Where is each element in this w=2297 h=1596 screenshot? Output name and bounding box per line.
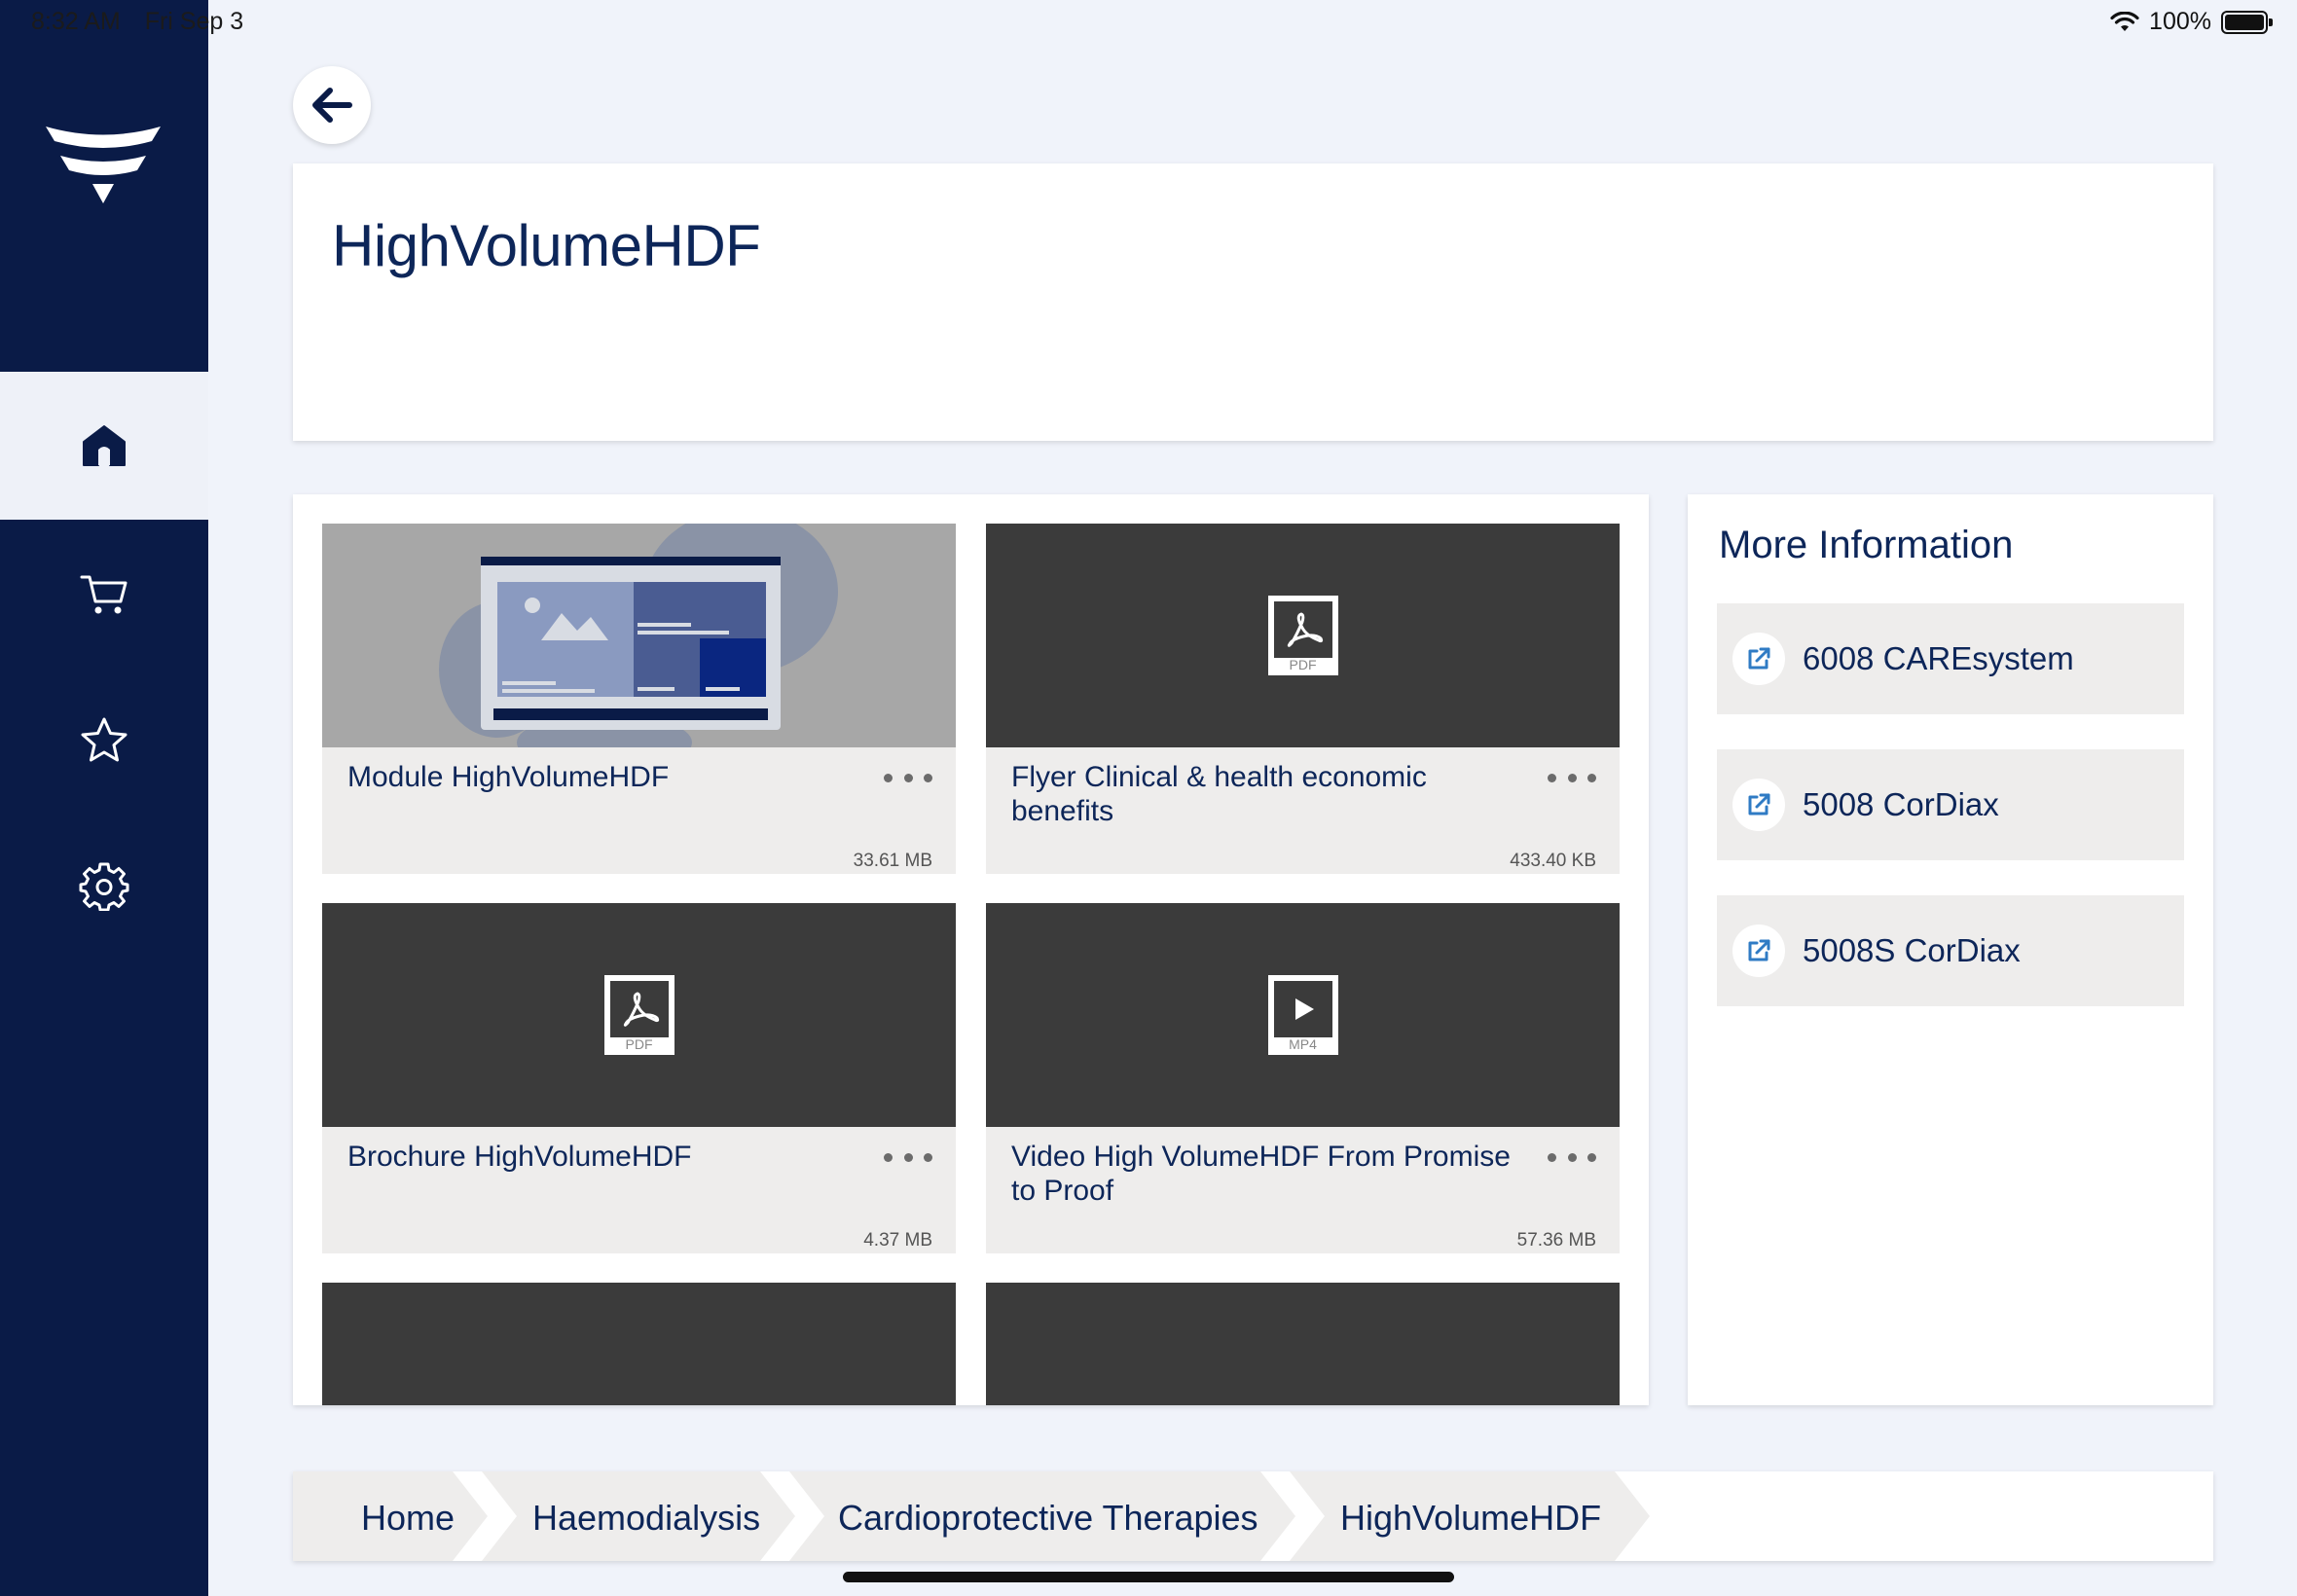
- pdf-file-icon: PDF: [603, 975, 675, 1055]
- tile-title: Video High VolumeHDF From Promise to Pro…: [1011, 1141, 1511, 1207]
- tile-title: Flyer Clinical & health economic benefit…: [1011, 761, 1427, 827]
- file-type-label: PDF: [1289, 657, 1317, 672]
- sidebar-item-home[interactable]: [0, 372, 208, 520]
- more-info-panel: More Information 6008 CAREsystem 5008 Co…: [1688, 494, 2213, 1405]
- video-thumbnail: MP4: [986, 903, 1620, 1127]
- sidebar: [0, 0, 208, 1596]
- module-preview-image: [439, 524, 838, 747]
- arrow-left-icon: [312, 88, 352, 123]
- tile-title: Module HighVolumeHDF: [347, 761, 670, 793]
- breadcrumb-home[interactable]: Home: [293, 1471, 488, 1561]
- file-size: 4.37 MB: [863, 1230, 932, 1251]
- info-link-label: 5008 CorDiax: [1803, 786, 1999, 822]
- info-link-label: 6008 CAREsystem: [1803, 640, 2074, 676]
- status-indicators: 100%: [2110, 8, 2273, 36]
- content-panel: Module HighVolumeHDF 33.61 MB PDF Flyer …: [293, 494, 1649, 1405]
- tile-partial[interactable]: [986, 1283, 1620, 1405]
- file-size: 433.40 KB: [1510, 851, 1596, 871]
- breadcrumb-label: HighVolumeHDF: [1340, 1498, 1602, 1538]
- more-options-button[interactable]: [884, 1143, 932, 1172]
- external-link-icon: [1732, 779, 1785, 831]
- module-thumbnail: [322, 524, 956, 747]
- tile-title: Brochure HighVolumeHDF: [347, 1141, 692, 1173]
- info-link-5008-cordiax[interactable]: 5008 CorDiax: [1717, 749, 2184, 860]
- play-icon: [1294, 998, 1314, 1020]
- battery-icon: [2221, 10, 2273, 34]
- breadcrumb-label: Haemodialysis: [532, 1498, 761, 1538]
- breadcrumb: Home Haemodialysis Cardioprotective Ther…: [293, 1471, 2213, 1561]
- mp4-file-icon: MP4: [1267, 975, 1338, 1055]
- tile-video[interactable]: MP4 Video High VolumeHDF From Promise to…: [986, 903, 1620, 1253]
- pdf-thumbnail: [322, 1283, 956, 1405]
- info-link-label: 5008S CorDiax: [1803, 932, 2021, 968]
- breadcrumb-label: Home: [361, 1498, 456, 1538]
- pdf-thumbnail: [986, 1283, 1620, 1405]
- status-bar: 8:32 AM Fri Sep 3 100%: [0, 0, 2297, 47]
- breadcrumb-haemodialysis[interactable]: Haemodialysis: [482, 1471, 795, 1561]
- status-date: Fri Sep 3: [144, 8, 244, 35]
- sidebar-item-cart[interactable]: [0, 520, 208, 668]
- brand-logo: [46, 127, 161, 203]
- tile-partial[interactable]: [322, 1283, 956, 1405]
- file-size: 33.61 MB: [853, 851, 932, 871]
- pdf-file-icon: PDF: [1267, 596, 1338, 675]
- pdf-thumbnail: PDF: [986, 524, 1620, 747]
- more-options-button[interactable]: [884, 763, 932, 792]
- breadcrumb-highvolumehdf[interactable]: HighVolumeHDF: [1290, 1471, 1650, 1561]
- info-link-5008s-cordiax[interactable]: 5008S CorDiax: [1717, 895, 2184, 1006]
- header-card: HighVolumeHDF: [293, 163, 2213, 441]
- more-options-button[interactable]: [1548, 763, 1596, 792]
- status-time-date: 8:32 AM Fri Sep 3: [31, 8, 261, 36]
- tile-flyer[interactable]: PDF Flyer Clinical & health economic ben…: [986, 524, 1620, 874]
- external-link-icon: [1732, 925, 1785, 977]
- wifi-icon: [2110, 11, 2139, 31]
- breadcrumb-label: Cardioprotective Therapies: [838, 1498, 1258, 1538]
- breadcrumb-cardioprotective-therapies[interactable]: Cardioprotective Therapies: [789, 1471, 1295, 1561]
- tile-brochure[interactable]: PDF Brochure HighVolumeHDF 4.37 MB: [322, 903, 956, 1253]
- gear-icon: [79, 862, 129, 911]
- sidebar-item-settings[interactable]: [0, 812, 208, 960]
- file-size: 57.36 MB: [1516, 1230, 1596, 1251]
- tile-module[interactable]: Module HighVolumeHDF 33.61 MB: [322, 524, 956, 874]
- pdf-thumbnail: PDF: [322, 903, 956, 1127]
- page-title: HighVolumeHDF: [332, 213, 761, 278]
- status-time: 8:32 AM: [31, 8, 121, 35]
- external-link-icon: [1732, 633, 1785, 685]
- battery-percent: 100%: [2149, 8, 2211, 35]
- back-button[interactable]: [293, 66, 371, 144]
- home-indicator[interactable]: [843, 1572, 1454, 1582]
- cart-icon: [80, 575, 128, 614]
- more-info-title: More Information: [1719, 524, 2014, 566]
- star-icon: [81, 717, 128, 762]
- more-options-button[interactable]: [1548, 1143, 1596, 1172]
- home-icon: [83, 425, 126, 466]
- file-type-label: PDF: [625, 1036, 653, 1052]
- sidebar-item-favorites[interactable]: [0, 667, 208, 815]
- file-type-label: MP4: [1289, 1036, 1317, 1052]
- info-link-6008-caresystem[interactable]: 6008 CAREsystem: [1717, 603, 2184, 714]
